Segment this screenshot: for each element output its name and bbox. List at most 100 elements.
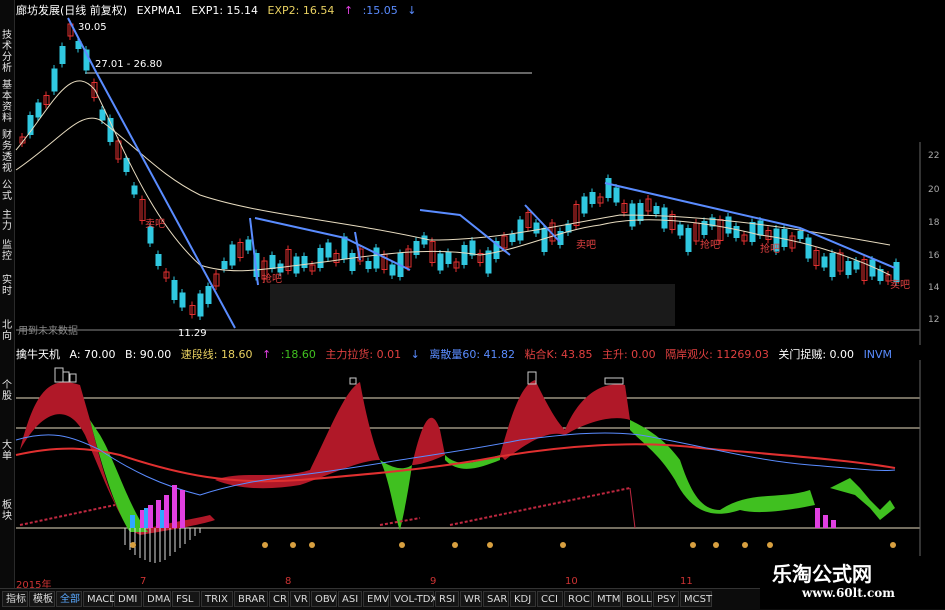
tab-模板[interactable]: 模板 [29, 591, 55, 607]
candle [821, 256, 828, 268]
candle [893, 262, 900, 282]
candle [373, 247, 380, 269]
watermark: 乐淘公式网 www.60lt.com [760, 556, 945, 609]
candle [725, 216, 732, 234]
candle [533, 222, 540, 234]
candle [661, 207, 668, 229]
tab-fsl[interactable]: FSL [172, 591, 200, 607]
tab-vol-tdx[interactable]: VOL-TDX [390, 591, 437, 607]
info-blackbox [270, 284, 675, 326]
candle [99, 109, 106, 121]
top-box-markers [54, 367, 624, 385]
candle [341, 236, 348, 260]
stair-drop [629, 487, 636, 529]
date-sep: 9 [430, 576, 437, 587]
candle [413, 241, 420, 255]
grab-label: 抢吧 [700, 238, 720, 251]
main-chart-corner [533, 0, 945, 142]
tab-vr[interactable]: VR [290, 591, 310, 607]
candle [269, 255, 276, 269]
candle [421, 235, 428, 245]
tab-trix[interactable]: TRIX [201, 591, 233, 607]
candle [325, 242, 332, 258]
candle [437, 253, 444, 271]
candle [853, 260, 860, 270]
candle [581, 196, 588, 214]
watermark-title: 乐淘公式网 [772, 562, 872, 586]
right-axis-labels: 22 20 18 16 14 12 [928, 151, 940, 325]
histogram-white-bars [124, 528, 201, 563]
tab-指标[interactable]: 指标 [2, 591, 28, 607]
tab-boll[interactable]: BOLL [622, 591, 652, 607]
price-high-label: 30.05 [78, 22, 107, 33]
tab-kdj[interactable]: KDJ [510, 591, 536, 607]
svg-text:14: 14 [928, 283, 940, 293]
tab-obv[interactable]: OBV [311, 591, 337, 607]
svg-text:16: 16 [928, 251, 940, 261]
svg-text:12: 12 [928, 315, 939, 325]
main-price-chart[interactable]: 30.05 27.01 - 26.80 11.29 用到未来数据 卖吧 抢吧 卖… [0, 0, 945, 345]
candle [805, 237, 812, 259]
candle [245, 239, 252, 251]
candle [317, 248, 324, 268]
candle [229, 244, 236, 266]
candle [677, 224, 684, 236]
green-band-5 [830, 478, 895, 520]
candle [653, 206, 660, 214]
candle [749, 222, 756, 242]
svg-text:20: 20 [928, 185, 940, 195]
rising-stair-lines [19, 487, 631, 526]
candle [469, 240, 476, 256]
candle [589, 192, 596, 204]
date-aug: 8 [285, 576, 292, 587]
candle [179, 292, 186, 308]
sell-label: 卖吧 [145, 218, 165, 230]
candle [205, 286, 212, 304]
sell-label: 卖吧 [890, 279, 910, 291]
candle [605, 178, 612, 198]
tab-brar[interactable]: BRAR [234, 591, 268, 607]
tab-mcst[interactable]: MCST [680, 591, 712, 607]
tab-sar[interactable]: SAR [483, 591, 509, 607]
price-low-label: 11.29 [178, 328, 207, 339]
grab-label: 抢吧 [760, 242, 780, 255]
tab-asi[interactable]: ASI [338, 591, 362, 607]
tab-dmi[interactable]: DMI [114, 591, 142, 607]
tab-roc[interactable]: ROC [564, 591, 592, 607]
tab-rsi[interactable]: RSI [435, 591, 459, 607]
price-range-label: 27.01 - 26.80 [95, 59, 162, 70]
tab-wr[interactable]: WR [460, 591, 482, 607]
candle [845, 261, 852, 275]
candle [461, 245, 468, 265]
candle [35, 102, 42, 118]
red-band-1 [20, 382, 215, 535]
tab-cr[interactable]: CR [269, 591, 289, 607]
candle [389, 264, 396, 276]
candle [131, 185, 138, 195]
grab-label: 抢吧 [262, 272, 282, 285]
watermark-url: www.60lt.com [802, 586, 895, 600]
candle [637, 203, 644, 221]
candle [541, 228, 548, 252]
date-jul: 7 [140, 576, 147, 587]
candle [171, 280, 178, 300]
candle [781, 229, 788, 247]
candle [757, 220, 764, 236]
tab-全部[interactable]: 全部 [56, 591, 82, 607]
candle [797, 231, 804, 239]
tab-dma[interactable]: DMA [143, 591, 171, 607]
candle [613, 187, 620, 203]
tab-emv[interactable]: EMV [363, 591, 389, 607]
tab-macd[interactable]: MACD [83, 591, 117, 607]
candle [155, 254, 162, 266]
candle [301, 256, 308, 268]
date-nov: 11 [680, 576, 693, 587]
tab-psy[interactable]: PSY [653, 591, 679, 607]
candle [349, 253, 356, 271]
svg-text:22: 22 [928, 151, 939, 161]
tab-cci[interactable]: CCI [537, 591, 563, 607]
tab-mtm[interactable]: MTM [593, 591, 621, 607]
sub-chart-header: 擒牛天机 A: 70.00 B: 90.00 速段线: 18.60 ↑ :18.… [16, 346, 916, 361]
green-band-4 [630, 420, 815, 514]
green-band-1 [90, 420, 148, 532]
